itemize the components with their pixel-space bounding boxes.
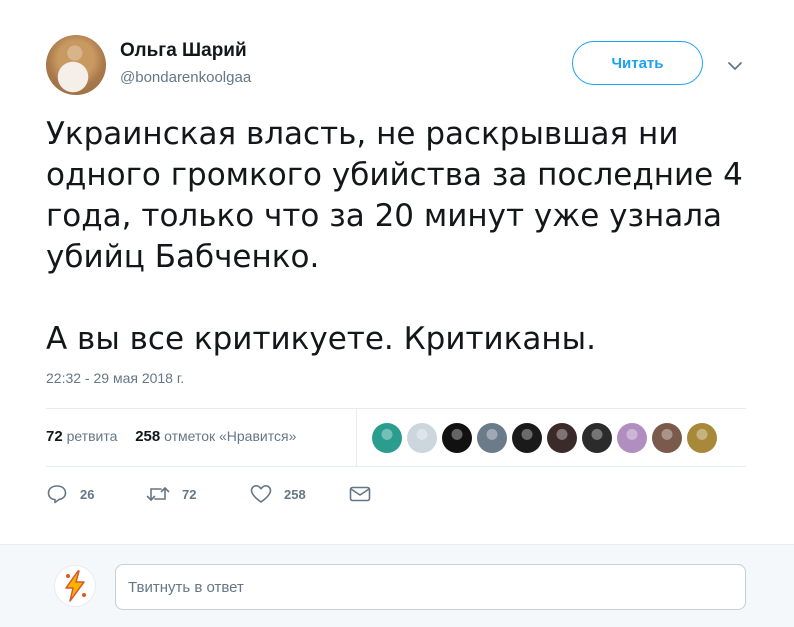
- liker-avatar-1[interactable]: [372, 423, 402, 453]
- author-avatar[interactable]: [46, 35, 106, 95]
- liker-avatar-5[interactable]: [512, 423, 542, 453]
- likes-count[interactable]: 258: [135, 428, 160, 445]
- likes-label[interactable]: отметок «Нравится»: [164, 428, 296, 444]
- retweets-label[interactable]: ретвита: [67, 428, 118, 444]
- liker-avatar-9[interactable]: [652, 423, 682, 453]
- stats-divider-bottom: [46, 466, 746, 467]
- direct-message-button[interactable]: [348, 484, 372, 504]
- heart-icon: [250, 485, 272, 503]
- tweet-stats: 72 ретвита 258 отметок «Нравится»: [46, 428, 296, 445]
- liker-avatar-4[interactable]: [477, 423, 507, 453]
- reply-count: 26: [80, 486, 95, 502]
- lightning-icon: [65, 570, 86, 602]
- reply-placeholder: Твитнуть в ответ: [128, 578, 244, 596]
- user-avatar[interactable]: [54, 565, 96, 607]
- liker-avatar-7[interactable]: [582, 423, 612, 453]
- follow-button[interactable]: Читать: [572, 41, 703, 85]
- liker-avatar-3[interactable]: [442, 423, 472, 453]
- retweet-button[interactable]: 72: [146, 484, 196, 504]
- tweet-card: Ольга Шарий @bondarenkoolgaa Читать Укра…: [0, 0, 794, 544]
- liker-avatar-8[interactable]: [617, 423, 647, 453]
- tweet-text: Украинская власть, не раскрывшая ни одно…: [46, 116, 743, 357]
- retweets-count[interactable]: 72: [46, 428, 63, 445]
- reply-icon: [47, 485, 67, 504]
- like-button[interactable]: 258: [250, 484, 306, 504]
- stats-divider-top: [46, 408, 746, 409]
- liker-avatars: [372, 423, 717, 453]
- like-count: 258: [284, 486, 306, 502]
- author-handle[interactable]: @bondarenkoolgaa: [120, 69, 251, 86]
- author-name[interactable]: Ольга Шарий: [120, 40, 247, 62]
- retweet-count: 72: [182, 486, 197, 502]
- liker-avatar-6[interactable]: [547, 423, 577, 453]
- tweet-timestamp[interactable]: 22:32 - 29 мая 2018 г.: [46, 370, 184, 386]
- liker-avatar-default[interactable]: [407, 423, 437, 453]
- reply-button[interactable]: 26: [46, 484, 94, 504]
- envelope-icon: [349, 486, 371, 502]
- chevron-down-icon[interactable]: [724, 55, 746, 77]
- retweet-icon: [146, 487, 170, 501]
- reply-input[interactable]: Твитнуть в ответ: [115, 564, 746, 610]
- liker-avatar-10[interactable]: [687, 423, 717, 453]
- stats-separator: [356, 408, 357, 466]
